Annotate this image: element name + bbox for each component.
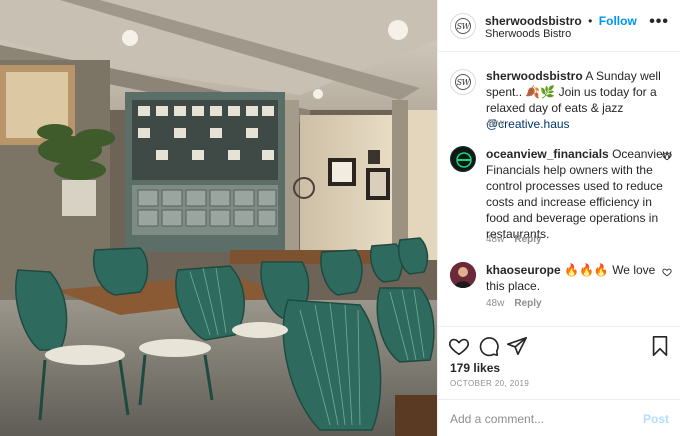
avatar-logo: SW [455,18,471,34]
add-comment-input[interactable] [450,410,630,428]
follow-button[interactable]: Follow [599,14,637,28]
post-photo[interactable] [0,0,437,436]
post-actions-section: 179 likes OCTOBER 20, 2019 Post [438,326,680,436]
comment-khaoseurope: khaoseurope 🔥🔥🔥 We love this place. [486,262,672,294]
more-horizontal-icon[interactable]: ••• [649,14,669,30]
post-comment-button[interactable]: Post [643,412,669,426]
caption-timestamp[interactable]: 48w [486,118,504,129]
comment-username[interactable]: oceanview_financials [486,147,609,161]
post-header: SW sherwoodsbistro • Follow Sherwoods Bi… [438,0,680,52]
oceanview-logo-icon [456,152,472,168]
comment-avatar-khaoseurope[interactable] [450,262,476,288]
header-username[interactable]: sherwoodsbistro [485,14,582,28]
comment-username[interactable]: khaoseurope [486,263,561,277]
avatar-logo: SW [455,74,471,90]
user-photo-icon [450,262,476,288]
share-paper-plane-icon[interactable] [506,335,528,357]
reply-button[interactable]: Reply [514,234,541,245]
header-separator: • [588,14,593,28]
comment-body: Oceanview Financials help owners with th… [486,147,672,241]
post-date[interactable]: OCTOBER 20, 2019 [450,379,529,388]
avatar[interactable]: SW [450,13,476,39]
add-comment-bar: Post [438,399,680,436]
caption-username[interactable]: sherwoodsbistro [486,69,583,83]
comment-timestamp[interactable]: 48w [486,298,504,309]
reply-button[interactable]: Reply [514,298,541,309]
restaurant-interior-image [0,0,437,436]
bookmark-icon[interactable] [649,335,671,357]
comment-timestamp[interactable]: 48w [486,234,504,245]
likes-count[interactable]: 179 likes [450,361,500,375]
comment-bubble-icon[interactable] [478,335,500,357]
comment-oceanview: oceanview_financials Oceanview Financial… [486,146,672,242]
like-heart-icon[interactable] [448,335,470,357]
comment-avatar-oceanview[interactable] [450,146,476,172]
caption-avatar[interactable]: SW [450,69,476,95]
post-details-panel: SW sherwoodsbistro • Follow Sherwoods Bi… [437,0,680,436]
instagram-post-modal: SW sherwoodsbistro • Follow Sherwoods Bi… [0,0,680,436]
comment-like-heart-icon[interactable] [662,267,672,277]
comment-meta-khaoseurope: 48w Reply [486,298,542,309]
location-link[interactable]: Sherwoods Bistro [485,28,571,40]
comment-meta-oceanview: 48w Reply [486,234,542,245]
comment-like-heart-icon[interactable] [662,151,672,161]
caption-text: sherwoodsbistro A Sunday well spent.. 🍂🌿… [486,68,672,132]
